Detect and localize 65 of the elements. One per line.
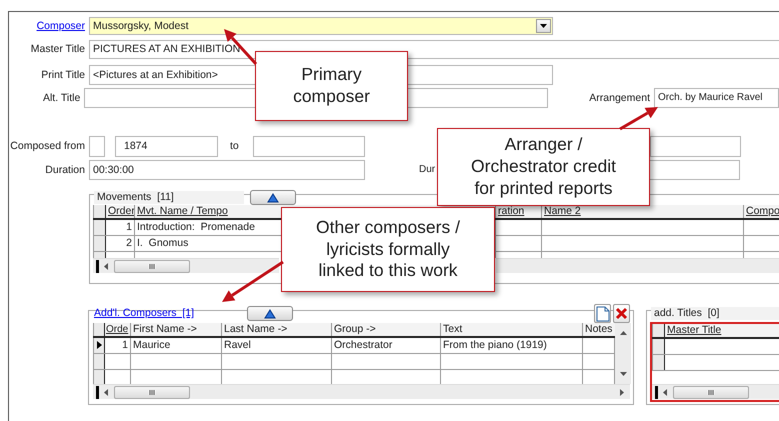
table-cell: From the piano (1919)	[443, 338, 547, 351]
field-label: Dur	[419, 163, 436, 177]
dropdown-field[interactable]: Mussorgsky, Modest	[89, 17, 553, 35]
scrollbar-thumb[interactable]	[673, 386, 749, 398]
table-cell: Maurice	[133, 338, 170, 351]
field-label: to	[230, 139, 240, 154]
vertical-scrollbar[interactable]	[615, 323, 631, 384]
field-label: Alt. Title	[42, 90, 82, 106]
table-cell: Ravel	[224, 338, 251, 351]
input-field[interactable]	[253, 136, 365, 157]
column-header[interactable]: Name 2	[544, 205, 581, 217]
callout-text: Primary composer	[255, 51, 408, 121]
delete-button[interactable]	[613, 304, 630, 323]
table-cell: Introduction: Promenade	[137, 220, 255, 233]
table-cell: 1	[126, 220, 132, 233]
callout-text: Other composers / lyricists formally linked to this work	[281, 207, 495, 292]
new-record-button[interactable]	[594, 304, 611, 323]
collapse-button[interactable]	[250, 190, 296, 205]
scrollbar-thumb[interactable]	[114, 386, 190, 398]
collapse-button[interactable]	[247, 306, 293, 321]
dropdown-button[interactable]	[536, 19, 551, 33]
scroll-left-icon	[663, 388, 667, 396]
input-field[interactable]	[650, 136, 741, 157]
record-indicator	[96, 260, 99, 272]
up-triangle-icon	[264, 308, 276, 318]
record-indicator	[96, 386, 99, 398]
input-field[interactable]: Orch. by Maurice Ravel	[654, 88, 779, 108]
scroll-right-icon	[620, 388, 624, 396]
scroll-left-icon	[104, 262, 108, 270]
scroll-up-icon	[620, 331, 626, 335]
input-field[interactable]: 1874	[115, 136, 218, 157]
additional-composers-link[interactable]: Add'l. Composers [1]	[91, 307, 241, 320]
table-cell: I. Gnomus	[137, 236, 188, 249]
group-title: add. Titles [0]	[651, 307, 779, 320]
field-label: Master Title	[30, 42, 86, 58]
input-field[interactable]	[89, 136, 105, 157]
group-title: Movements [11]	[94, 191, 244, 204]
horizontal-scrollbar[interactable]	[93, 258, 279, 273]
close-icon	[615, 307, 628, 320]
field-label: Duration	[44, 162, 86, 178]
input-field[interactable]	[649, 160, 740, 180]
column-header[interactable]: Text	[443, 323, 462, 335]
scroll-down-icon	[620, 372, 626, 376]
input-field[interactable]: 00:30:00	[89, 160, 365, 180]
table-cell: 2	[126, 236, 132, 249]
scrollbar-thumb[interactable]	[114, 260, 190, 272]
table-cell: 1	[122, 338, 128, 351]
table-cell: Orchestrator	[334, 338, 392, 351]
input-field[interactable]: PICTURES AT AN EXHIBITION	[89, 40, 779, 59]
grip-icon	[708, 390, 714, 394]
caret-icon	[539, 23, 548, 29]
grip-icon	[149, 390, 155, 394]
record-indicator	[655, 386, 658, 398]
callout-text: Arranger / Orchestrator credit for printed reports	[437, 128, 650, 206]
composer-link[interactable]: Composer	[36, 20, 85, 32]
pointer-arrow	[619, 107, 658, 130]
horizontal-scrollbar[interactable]	[652, 384, 779, 399]
up-triangle-icon	[267, 192, 279, 202]
pointer-arrow	[222, 260, 284, 302]
field-label: Arrangement	[589, 90, 651, 106]
horizontal-scrollbar[interactable]	[93, 384, 630, 399]
scroll-left-icon	[104, 388, 108, 396]
field-label: Print Title	[40, 68, 86, 83]
field-label: Composed from	[9, 139, 86, 154]
grip-icon	[149, 264, 155, 268]
